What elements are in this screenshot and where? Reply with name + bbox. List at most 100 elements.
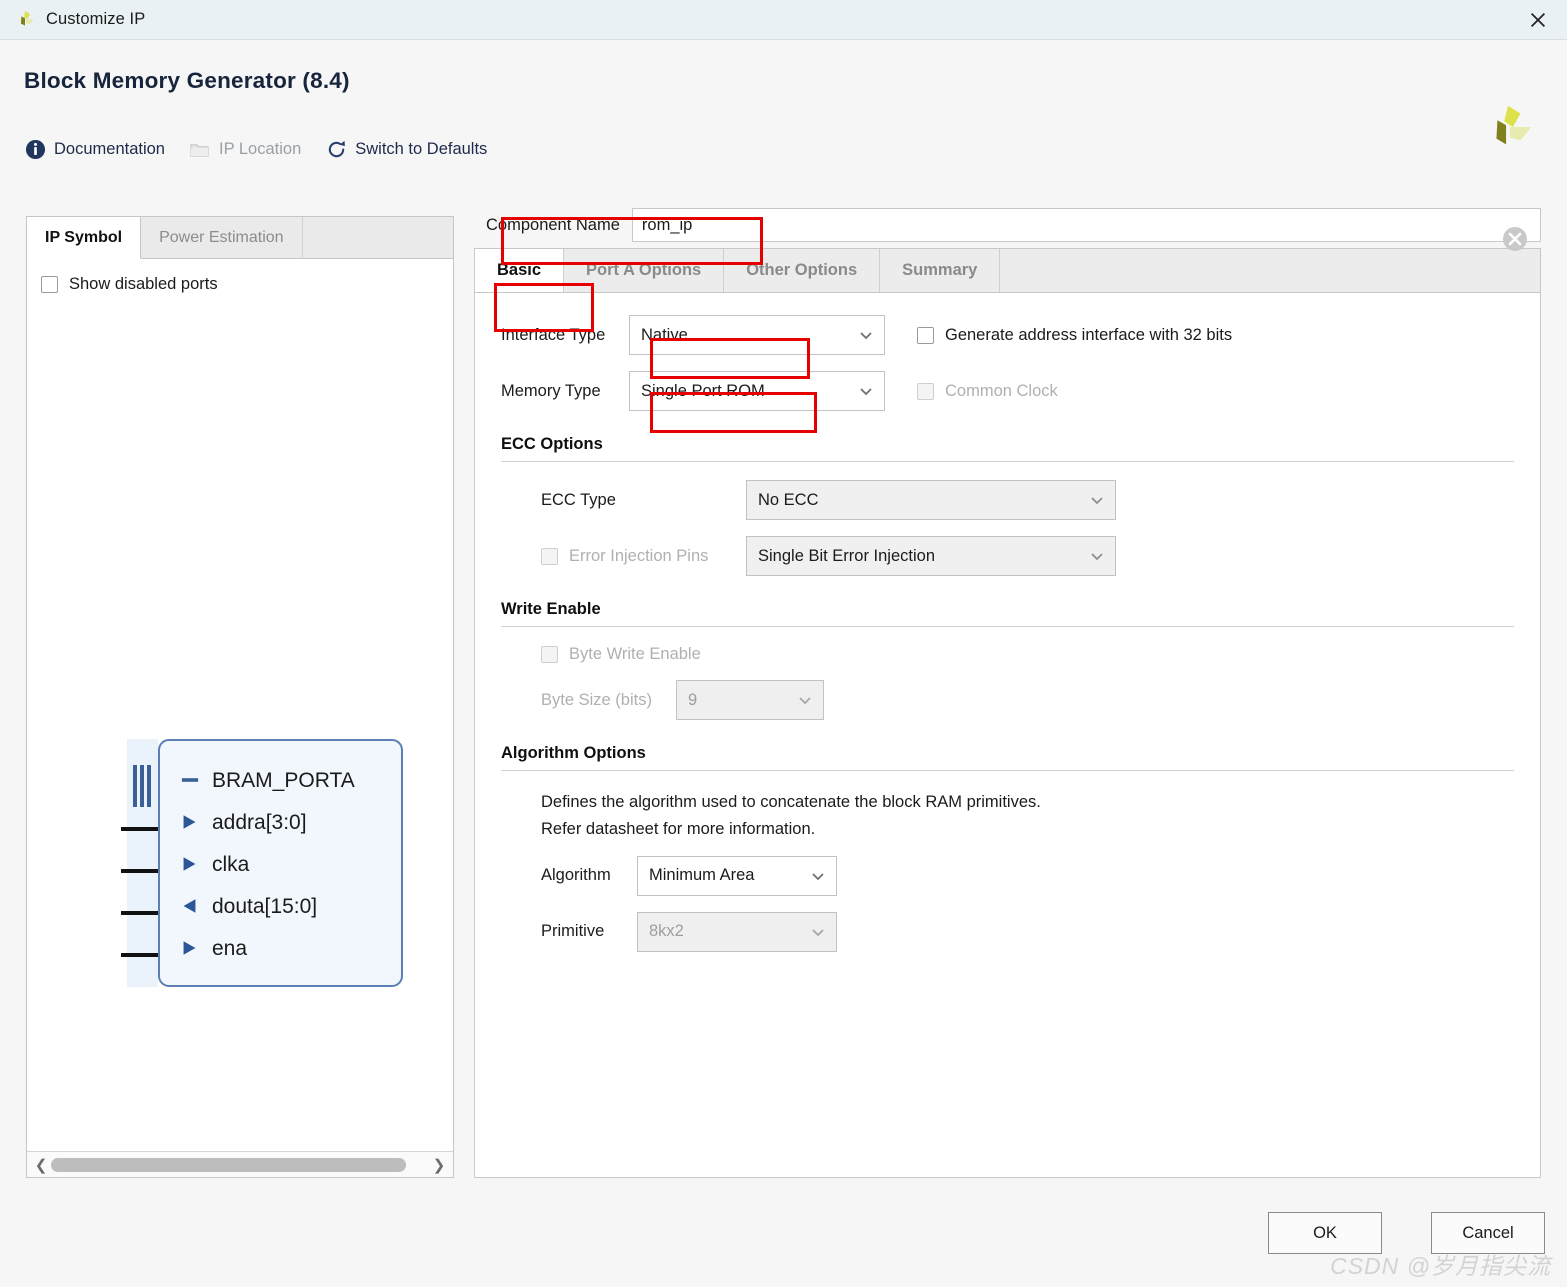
error-injection-pins-checkbox-row: Error Injection Pins: [541, 547, 746, 566]
tab-other-options[interactable]: Other Options: [724, 249, 881, 292]
switch-to-defaults-label: Switch to Defaults: [355, 139, 488, 158]
algorithm-options-divider: [501, 770, 1514, 771]
symbol-horizontal-scrollbar[interactable]: ❮ ❯: [27, 1151, 453, 1177]
ecc-options-group: ECC Options ECC Type No ECC Error Inject…: [501, 435, 1514, 576]
algorithm-select[interactable]: Minimum Area: [637, 855, 837, 896]
tab-power-estimation-label: Power Estimation: [159, 228, 284, 246]
generate-address-interface-checkbox[interactable]: [917, 326, 934, 344]
tab-summary-label: Summary: [902, 261, 978, 279]
show-disabled-ports-row[interactable]: Show disabled ports: [27, 259, 453, 294]
basic-tab-content: Interface Type Native Generate address i…: [474, 292, 1541, 1178]
algorithm-options-group: Algorithm Options Defines the algorithm …: [501, 744, 1514, 952]
dialog-footer: OK Cancel CSDN @岁月指尖流: [0, 1190, 1567, 1287]
interface-type-row: Interface Type Native Generate address i…: [501, 315, 1514, 355]
chevron-down-icon: [858, 327, 874, 343]
component-name-label: Component Name: [486, 215, 620, 234]
error-injection-pins-row: Error Injection Pins Single Bit Error In…: [541, 536, 1514, 576]
ip-location-button[interactable]: IP Location: [189, 138, 301, 160]
memory-type-value: Single Port ROM: [641, 381, 765, 400]
byte-write-enable-row: Byte Write Enable: [541, 645, 1514, 664]
tab-other-options-label: Other Options: [746, 261, 858, 279]
documentation-button[interactable]: Documentation: [24, 138, 165, 160]
tab-power-estimation[interactable]: Power Estimation: [141, 217, 303, 258]
byte-size-value: 9: [688, 690, 698, 709]
tab-basic[interactable]: Basic: [475, 249, 565, 292]
chevron-down-icon: [797, 692, 813, 708]
primitive-select[interactable]: 8kx2: [637, 911, 837, 952]
algorithm-description-line-2: Refer datasheet for more information.: [541, 820, 816, 839]
chevron-right-icon[interactable]: ❯: [429, 1155, 449, 1175]
memory-type-row: Memory Type Single Port ROM Common Clock: [501, 371, 1514, 411]
tab-ip-symbol-label: IP Symbol: [45, 228, 123, 246]
common-clock-checkbox: [917, 382, 934, 400]
documentation-label: Documentation: [54, 139, 165, 158]
chevron-down-icon: [810, 868, 826, 884]
interface-type-label: Interface Type: [501, 325, 606, 344]
generate-address-interface-label: Generate address interface with 32 bits: [945, 325, 1233, 344]
primitive-label: Primitive: [541, 922, 605, 941]
ecc-type-row: ECC Type No ECC: [541, 480, 1514, 520]
symbol-port-label: douta[15:0]: [212, 895, 318, 918]
ecc-type-select[interactable]: No ECC: [746, 480, 1116, 520]
clear-circle-x-icon[interactable]: [1501, 225, 1529, 253]
chevron-down-icon: [1089, 548, 1105, 564]
symbol-port-label: ena: [212, 937, 248, 960]
tab-port-a-options-label: Port A Options: [586, 261, 702, 279]
ip-location-label: IP Location: [218, 139, 302, 158]
tab-ip-symbol[interactable]: IP Symbol: [27, 217, 142, 259]
ecc-options-heading: ECC Options: [501, 435, 603, 453]
info-circle-icon: [24, 138, 46, 160]
config-tab-filler: [1000, 249, 1540, 292]
folder-icon: [189, 138, 211, 160]
chevron-down-icon: [858, 383, 874, 399]
memory-type-select[interactable]: Single Port ROM: [629, 371, 885, 411]
left-tab-bar: IP Symbol Power Estimation: [27, 217, 453, 259]
page-title: Block Memory Generator (8.4): [24, 68, 350, 93]
symbol-port-row: ena: [181, 937, 247, 961]
symbol-port-row: douta[15:0]: [181, 895, 317, 919]
chevron-down-icon: [1089, 492, 1105, 508]
watermark: CSDN @岁月指尖流: [1330, 1253, 1551, 1279]
algorithm-label: Algorithm: [541, 866, 611, 885]
primitive-row: Primitive 8kx2: [541, 911, 1514, 952]
scrollbar-thumb[interactable]: [51, 1157, 407, 1172]
algorithm-options-heading: Algorithm Options: [501, 744, 646, 762]
error-injection-type-select[interactable]: Single Bit Error Injection: [746, 536, 1116, 576]
chevron-left-icon[interactable]: ❮: [31, 1155, 51, 1175]
input-arrow-icon: [181, 939, 199, 959]
byte-write-enable-checkbox-row: Byte Write Enable: [541, 645, 701, 664]
show-disabled-ports-checkbox[interactable]: [41, 276, 58, 293]
ecc-type-label: ECC Type: [541, 490, 616, 509]
byte-size-row: Byte Size (bits) 9: [541, 680, 1514, 720]
algorithm-value: Minimum Area: [649, 866, 755, 885]
show-disabled-ports-label: Show disabled ports: [69, 275, 218, 293]
interface-type-select[interactable]: Native: [629, 315, 885, 355]
component-name-input[interactable]: [631, 208, 1541, 242]
error-injection-type-value: Single Bit Error Injection: [758, 546, 935, 565]
window-title-bar: Customize IP: [0, 0, 1567, 40]
symbol-bus-pin: [133, 765, 151, 807]
common-clock-label: Common Clock: [945, 381, 1058, 400]
window-title: Customize IP: [46, 10, 146, 28]
ip-symbol-canvas: Show disabled ports BRAM_PORTA addra[3:0…: [27, 259, 453, 1151]
interface-type-value: Native: [641, 325, 688, 344]
switch-to-defaults-button[interactable]: Switch to Defaults: [325, 138, 487, 160]
write-enable-group: Write Enable Byte Write Enable Byte Size…: [501, 600, 1514, 720]
config-tab-bar: Basic Port A Options Other Options Summa…: [474, 248, 1541, 292]
byte-size-select[interactable]: 9: [676, 680, 824, 720]
bram-symbol-diagram: BRAM_PORTA addra[3:0] clka douta[15:0] e…: [113, 739, 403, 989]
dialog-header: Block Memory Generator (8.4) Documentati…: [0, 40, 1567, 190]
close-x-icon[interactable]: [1523, 5, 1553, 35]
generate-address-interface-checkbox-row[interactable]: Generate address interface with 32 bits: [917, 326, 1232, 345]
tab-port-a-options[interactable]: Port A Options: [564, 249, 725, 292]
tab-basic-label: Basic: [497, 261, 542, 279]
tab-summary[interactable]: Summary: [880, 249, 1001, 292]
scrollbar-track[interactable]: [51, 1157, 429, 1172]
write-enable-heading: Write Enable: [501, 600, 601, 618]
error-injection-pins-label: Error Injection Pins: [569, 546, 709, 565]
symbol-port-label: addra[3:0]: [212, 811, 307, 834]
configuration-panel: Component Name Basic Port A Options Othe…: [474, 202, 1541, 1178]
symbol-port-row: clka: [181, 853, 249, 877]
output-arrow-icon: [181, 897, 199, 917]
dialog-body: IP Symbol Power Estimation Show disabled…: [0, 190, 1567, 1190]
